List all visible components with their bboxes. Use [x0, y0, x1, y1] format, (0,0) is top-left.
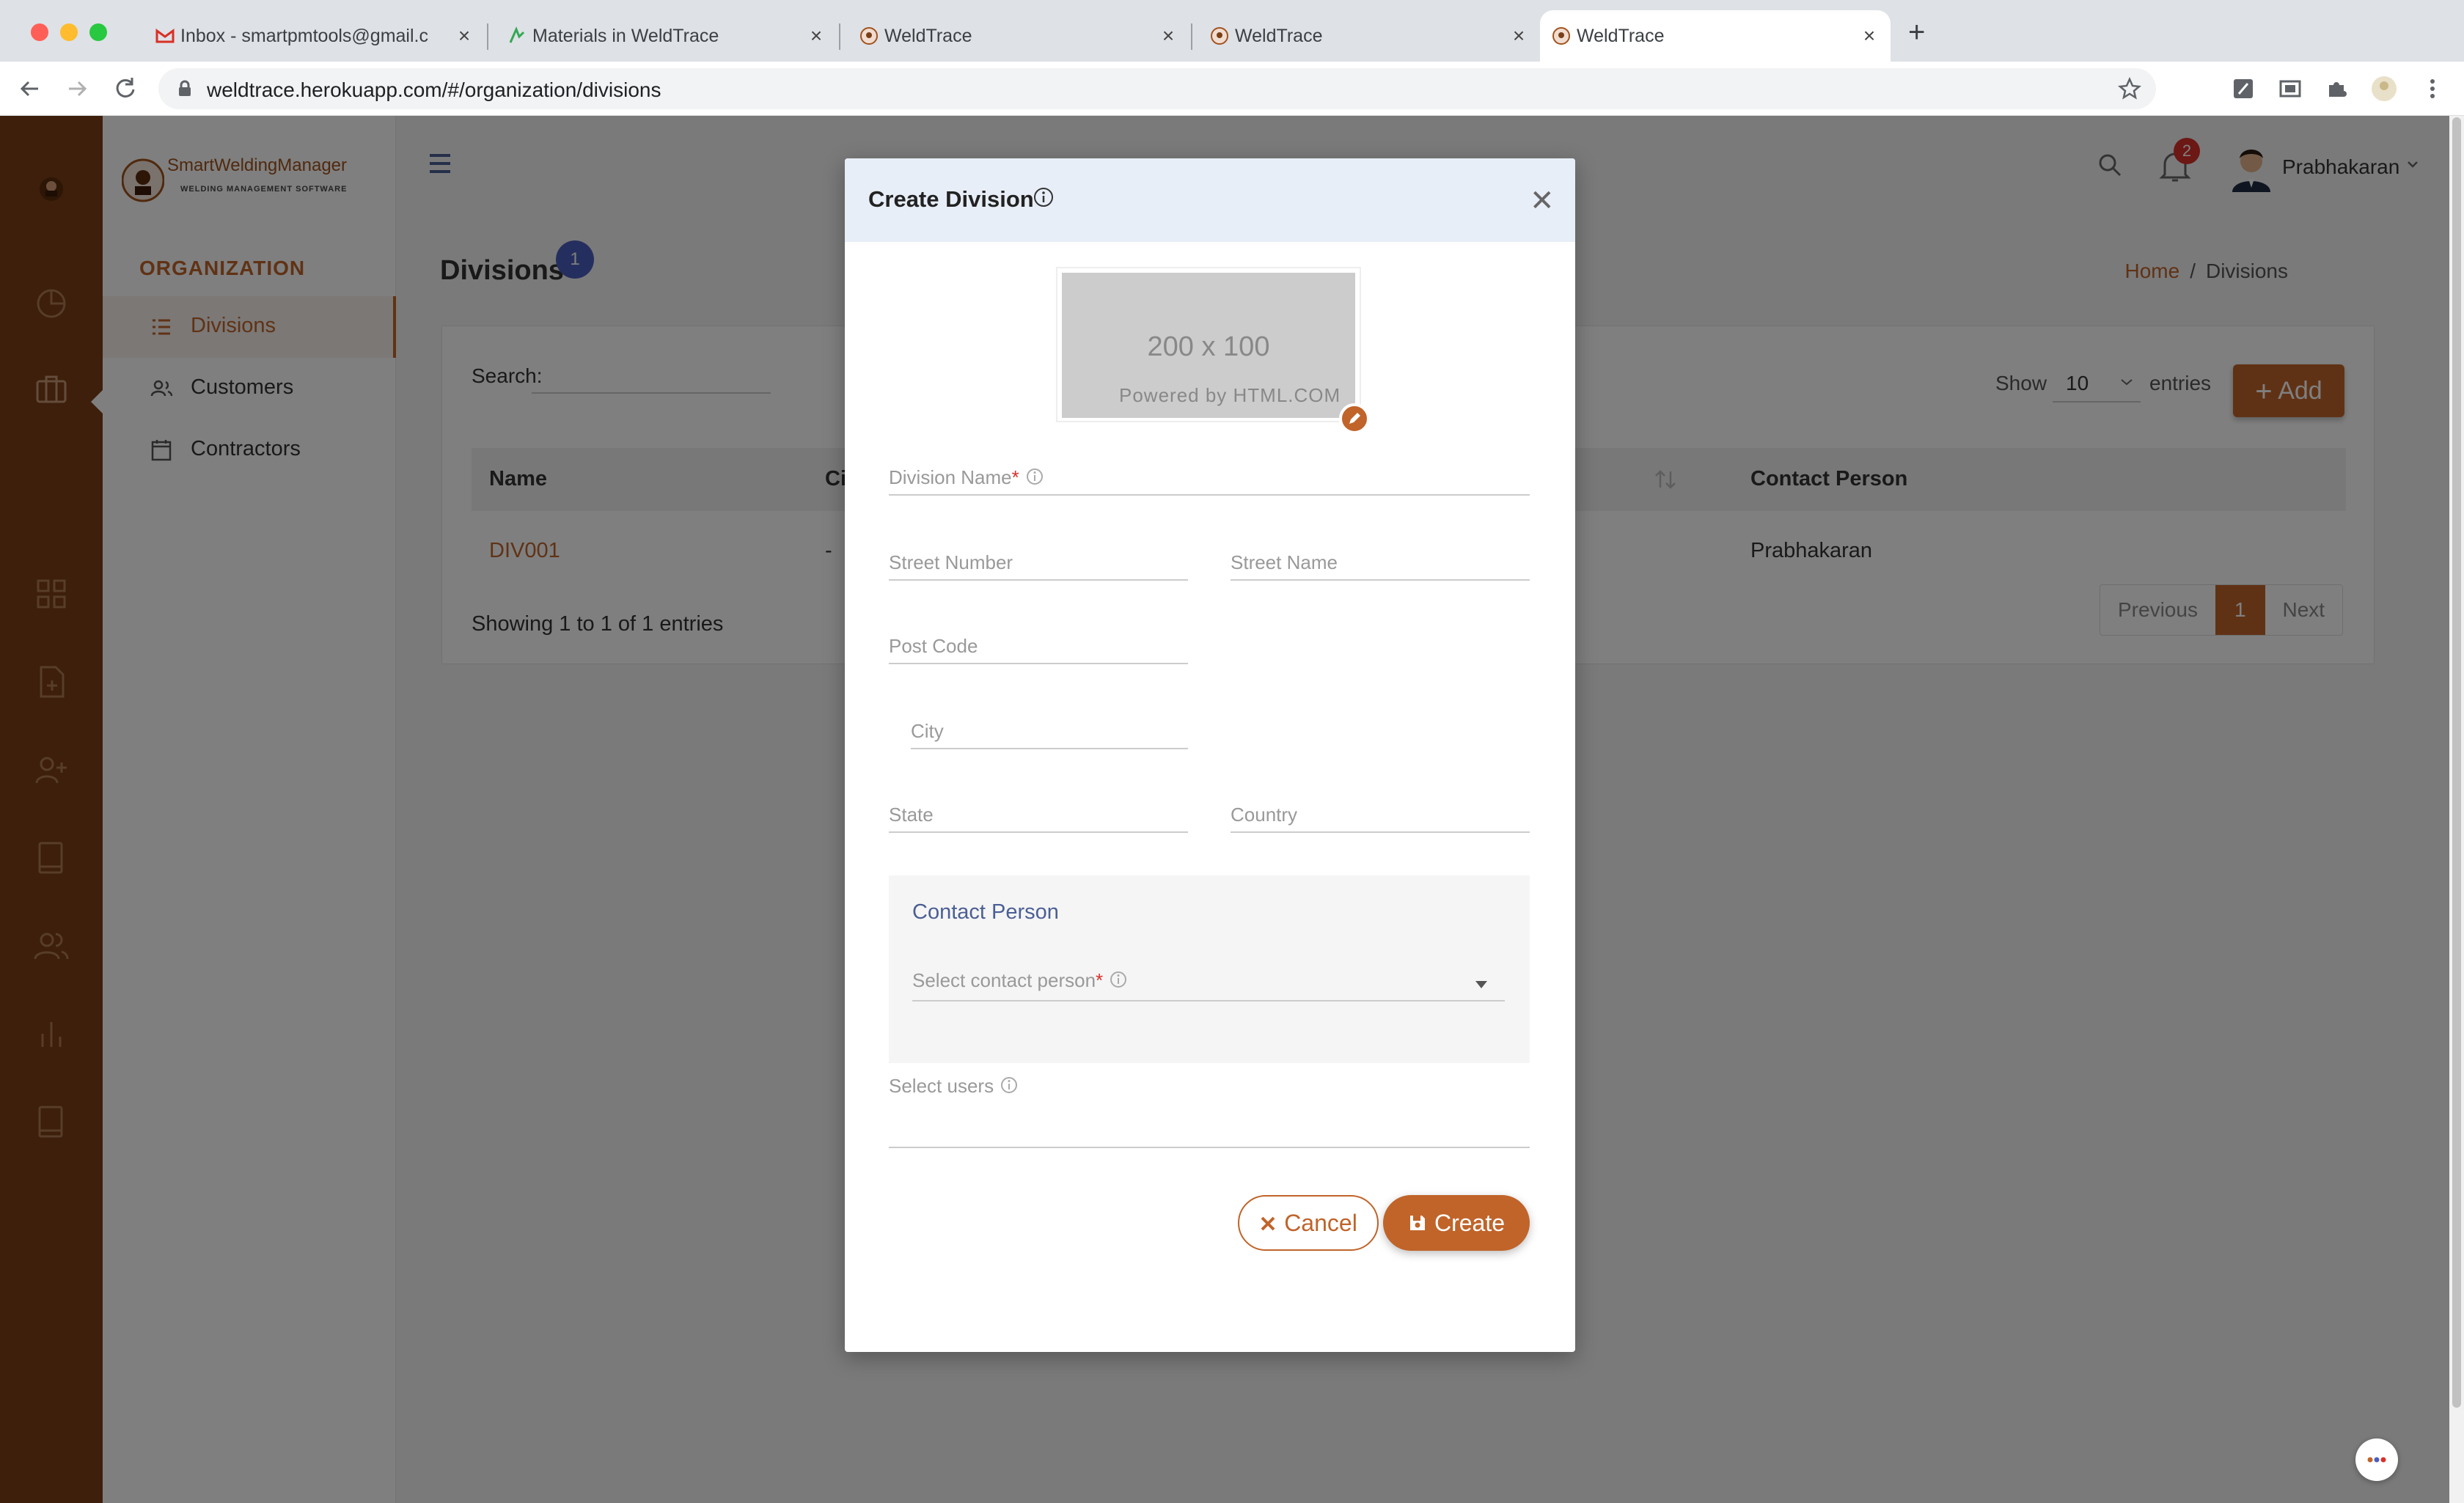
post-code-label: Post Code — [889, 635, 978, 657]
contact-person-label: Select contact person* — [912, 969, 1128, 992]
bookmark-star-icon[interactable] — [2118, 77, 2141, 100]
cancel-button[interactable]: Cancel — [1238, 1195, 1379, 1251]
screenshot-icon[interactable] — [2276, 75, 2304, 103]
tab-title: Materials in WeldTrace — [532, 25, 719, 46]
chat-dots-icon — [2367, 1457, 2386, 1463]
materials-icon — [509, 26, 525, 43]
tab-separator — [839, 23, 840, 50]
back-arrow-icon[interactable] — [16, 75, 44, 103]
contact-person-select[interactable]: Select contact person* — [912, 963, 1505, 1002]
create-button[interactable]: Create — [1383, 1195, 1530, 1251]
weldtrace-icon — [1552, 27, 1570, 45]
dropdown-caret-icon — [1475, 981, 1487, 988]
close-tab-icon[interactable]: × — [453, 25, 475, 47]
modal-header: Create Division ✕ — [845, 158, 1575, 242]
more-vert-icon[interactable] — [2419, 75, 2446, 103]
street-name-input[interactable]: Street Name — [1231, 544, 1530, 581]
state-input[interactable]: State — [889, 796, 1188, 833]
image-size-text: 200 x 100 — [1147, 331, 1270, 362]
scrollbar-thumb[interactable] — [2452, 117, 2461, 1408]
forward-arrow-icon[interactable] — [63, 75, 91, 103]
tab-separator — [487, 23, 488, 50]
contact-person-section: Contact Person Select contact person* — [889, 875, 1530, 1063]
puzzle-icon[interactable] — [2323, 75, 2351, 103]
info-icon[interactable] — [1033, 186, 1055, 208]
close-tab-icon[interactable]: × — [1157, 25, 1179, 47]
country-label: Country — [1231, 804, 1298, 826]
url-text: weldtrace.herokuapp.com/#/organization/d… — [207, 78, 661, 101]
window-minimize-button[interactable] — [60, 23, 78, 41]
city-label: City — [911, 720, 944, 742]
tab-title: WeldTrace — [1235, 25, 1323, 46]
cancel-button-label: Cancel — [1284, 1210, 1357, 1236]
create-button-label: Create — [1434, 1210, 1506, 1236]
address-bar[interactable]: weldtrace.herokuapp.com/#/organization/d… — [158, 68, 2156, 109]
tab-title: WeldTrace — [884, 25, 972, 46]
division-name-input[interactable]: Division Name* — [889, 459, 1530, 496]
select-users-label: Select users — [889, 1075, 1019, 1098]
new-tab-button[interactable]: + — [1908, 18, 1925, 47]
modal-close-icon[interactable]: ✕ — [1530, 186, 1555, 216]
division-name-label: Division Name* — [889, 466, 1044, 489]
tab-title: WeldTrace — [1577, 25, 1665, 46]
select-users-input[interactable]: Select users — [889, 1075, 1530, 1148]
browser-toolbar: weldtrace.herokuapp.com/#/organization/d… — [0, 62, 2464, 116]
tab-title: Inbox - smartpmtools@gmail.c — [180, 25, 428, 46]
edit-image-button[interactable] — [1339, 403, 1370, 434]
reload-icon[interactable] — [111, 75, 139, 103]
create-division-modal: Create Division ✕ 200 x 100 Powered by H… — [845, 158, 1575, 1352]
window-zoom-button[interactable] — [89, 23, 107, 41]
profile-icon[interactable] — [2370, 75, 2398, 103]
street-number-input[interactable]: Street Number — [889, 544, 1188, 581]
chat-widget-button[interactable] — [2355, 1438, 2398, 1481]
street-name-label: Street Name — [1231, 551, 1338, 573]
save-icon — [1409, 1216, 1425, 1230]
country-input[interactable]: Country — [1231, 796, 1530, 833]
weldtrace-icon — [1211, 27, 1228, 45]
close-icon — [1261, 1216, 1275, 1231]
image-placeholder: 200 x 100 Powered by HTML.COM — [1062, 273, 1355, 418]
image-caption: Powered by HTML.COM — [1119, 384, 1341, 406]
page-scrollbar[interactable] — [2449, 116, 2464, 1503]
street-number-label: Street Number — [889, 551, 1013, 573]
weldtrace-icon — [860, 27, 878, 45]
modal-title: Create Division — [868, 186, 1034, 212]
contact-section-title: Contact Person — [912, 900, 1059, 924]
close-tab-icon[interactable]: × — [805, 25, 827, 47]
browser-tab-gmail[interactable]: Inbox - smartpmtools@gmail.c × — [144, 10, 485, 62]
city-input[interactable]: City — [911, 713, 1188, 749]
browser-tab-bar: Inbox - smartpmtools@gmail.c × Materials… — [0, 0, 2464, 62]
browser-tab-materials[interactable]: Materials in WeldTrace × — [496, 10, 837, 62]
info-icon[interactable] — [1025, 467, 1044, 486]
tab-separator — [1191, 23, 1192, 50]
pencil-icon — [1349, 413, 1360, 424]
gmail-icon — [155, 29, 175, 43]
info-icon[interactable] — [1000, 1076, 1019, 1095]
state-label: State — [889, 804, 934, 826]
post-code-input[interactable]: Post Code — [889, 628, 1188, 664]
close-tab-icon[interactable]: × — [1508, 25, 1530, 47]
division-image-upload: 200 x 100 Powered by HTML.COM — [1056, 267, 1361, 422]
window-close-button[interactable] — [31, 23, 48, 41]
extension-icon[interactable] — [2229, 75, 2257, 103]
browser-tab-weldtrace-1[interactable]: WeldTrace × — [848, 10, 1189, 62]
close-tab-icon[interactable]: × — [1858, 25, 1880, 47]
browser-tab-weldtrace-active[interactable]: WeldTrace × — [1540, 10, 1891, 62]
lock-icon — [179, 80, 191, 96]
info-icon[interactable] — [1109, 970, 1128, 989]
browser-tab-weldtrace-2[interactable]: WeldTrace × — [1198, 10, 1540, 62]
